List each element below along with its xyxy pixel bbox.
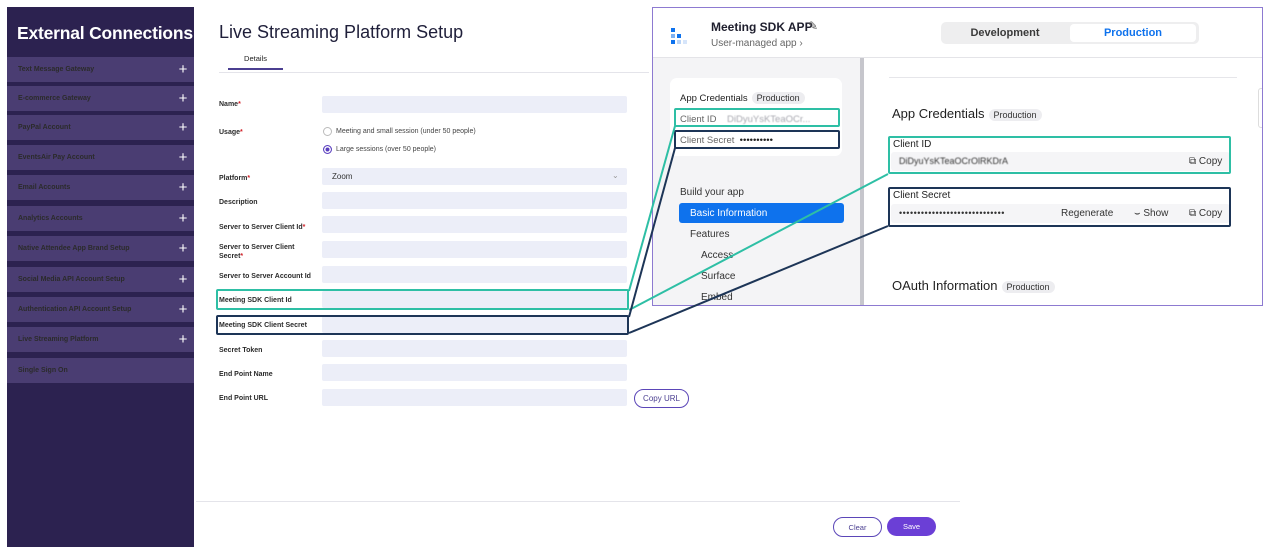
usage-label: Usage* bbox=[219, 129, 243, 136]
tab-development[interactable]: Development bbox=[941, 22, 1069, 44]
description-field[interactable] bbox=[322, 192, 627, 209]
tab-details[interactable]: Details bbox=[228, 54, 283, 70]
sidebar-item-eventsair-pay-account[interactable]: EventsAir Pay Account + bbox=[7, 145, 194, 170]
plus-icon[interactable]: + bbox=[172, 211, 194, 226]
sidebar-item-live-streaming-platform[interactable]: Live Streaming Platform + bbox=[7, 327, 194, 352]
page-title: Live Streaming Platform Setup bbox=[219, 22, 464, 42]
usage-option-label: Meeting and small session (under 50 peop… bbox=[336, 128, 476, 135]
highlight-card-client-id bbox=[674, 108, 840, 127]
nav-item-features[interactable]: Features bbox=[690, 229, 729, 240]
sidebar-item-label: Authentication API Account Setup bbox=[18, 306, 132, 313]
app-type-link[interactable]: User-managed app › bbox=[711, 38, 803, 49]
nav-scrollbar[interactable] bbox=[860, 58, 864, 305]
app-logo-icon bbox=[671, 28, 687, 44]
sidebar-item-native-attendee-app[interactable]: Native Attendee App Brand Setup + bbox=[7, 236, 194, 261]
highlight-client-id bbox=[888, 136, 1231, 174]
sidebar-item-text-message-gateway[interactable]: Text Message Gateway + bbox=[7, 57, 194, 82]
nav-heading: Build your app bbox=[680, 187, 744, 198]
name-label: Name* bbox=[219, 101, 241, 108]
description-label: Description bbox=[219, 199, 258, 206]
sidebar-item-label: EventsAir Pay Account bbox=[18, 154, 95, 161]
sidebar-title: External Connections bbox=[17, 23, 193, 43]
plus-icon[interactable]: + bbox=[172, 91, 194, 106]
sidebar-item-social-media-api[interactable]: Social Media API Account Setup + bbox=[7, 267, 194, 292]
sidebar-item-authentication-api[interactable]: Authentication API Account Setup + bbox=[7, 297, 194, 322]
end-point-url-field[interactable] bbox=[322, 389, 627, 406]
app-credentials-title: App Credentials Production bbox=[892, 106, 1042, 121]
plus-icon[interactable]: + bbox=[172, 302, 194, 317]
platform-value: Zoom bbox=[332, 172, 353, 181]
right-scroll-handle[interactable] bbox=[1258, 88, 1262, 128]
sidebar-item-analytics-accounts[interactable]: Analytics Accounts + bbox=[7, 206, 194, 231]
s2s-client-secret-field[interactable] bbox=[322, 241, 627, 258]
production-badge: Production bbox=[988, 109, 1042, 121]
sidebar-item-label: Text Message Gateway bbox=[18, 66, 95, 73]
oauth-information-title: OAuth Information Production bbox=[892, 278, 1055, 293]
production-badge: Production bbox=[1001, 281, 1055, 293]
sidebar-item-label: PayPal Account bbox=[18, 124, 71, 131]
highlight-card-client-secret bbox=[674, 130, 840, 149]
nav-item-surface[interactable]: Surface bbox=[701, 271, 735, 282]
highlight-client-secret bbox=[888, 187, 1231, 227]
sidebar-item-label: Analytics Accounts bbox=[18, 215, 83, 222]
s2s-client-secret-label: Server to Server Client Secret* bbox=[219, 244, 295, 260]
end-point-name-label: End Point Name bbox=[219, 371, 273, 378]
nav-item-access[interactable]: Access bbox=[701, 250, 733, 261]
highlight-sdk-client-secret bbox=[216, 315, 629, 335]
plus-icon[interactable]: + bbox=[172, 332, 194, 347]
nav-item-basic-information[interactable]: Basic Information bbox=[679, 203, 844, 223]
s2s-client-id-field[interactable] bbox=[322, 216, 627, 233]
tab-production[interactable]: Production bbox=[1070, 24, 1196, 42]
pencil-icon[interactable]: ✎ bbox=[808, 19, 818, 33]
s2s-account-id-field[interactable] bbox=[322, 266, 627, 283]
usage-option-label: Large sessions (over 50 people) bbox=[336, 146, 437, 153]
usage-radio-small[interactable] bbox=[323, 127, 332, 136]
highlight-sdk-client-id bbox=[216, 289, 629, 310]
card-title: App Credentials Production bbox=[680, 92, 805, 104]
sidebar-item-label: Native Attendee App Brand Setup bbox=[18, 245, 130, 252]
content-divider bbox=[889, 77, 1237, 78]
plus-icon[interactable]: + bbox=[172, 150, 194, 165]
platform-label: Platform* bbox=[219, 175, 251, 182]
end-point-name-field[interactable] bbox=[322, 364, 627, 381]
s2s-account-id-label: Server to Server Account Id bbox=[219, 273, 311, 280]
s2s-client-id-label: Server to Server Client Id* bbox=[219, 224, 306, 231]
save-button[interactable]: Save bbox=[887, 517, 936, 536]
usage-radio-large[interactable] bbox=[323, 145, 332, 154]
name-field[interactable] bbox=[322, 96, 627, 113]
footer-divider bbox=[196, 501, 960, 502]
plus-icon[interactable]: + bbox=[172, 120, 194, 135]
sidebar-item-email-accounts[interactable]: Email Accounts + bbox=[7, 175, 194, 200]
sidebar-item-label: Social Media API Account Setup bbox=[18, 276, 125, 283]
sidebar-item-label: Live Streaming Platform bbox=[18, 336, 99, 343]
clear-button[interactable]: Clear bbox=[833, 517, 882, 537]
nav-item-embed[interactable]: Embed bbox=[701, 292, 733, 303]
platform-select[interactable] bbox=[322, 168, 627, 185]
secret-token-field[interactable] bbox=[322, 340, 627, 357]
secret-token-label: Secret Token bbox=[219, 347, 263, 354]
sidebar-item-paypal-account[interactable]: PayPal Account + bbox=[7, 115, 194, 140]
sidebar-item-label: Single Sign On bbox=[18, 367, 68, 374]
plus-icon[interactable]: + bbox=[172, 241, 194, 256]
sidebar-item-single-sign-on[interactable]: Single Sign On bbox=[7, 358, 194, 383]
chevron-down-icon: ⌄ bbox=[612, 171, 619, 180]
external-connections-sidebar: External Connections Text Message Gatewa… bbox=[7, 7, 194, 547]
plus-icon[interactable]: + bbox=[172, 180, 194, 195]
plus-icon[interactable]: + bbox=[172, 272, 194, 287]
copy-url-button[interactable]: Copy URL bbox=[634, 389, 689, 408]
end-point-url-label: End Point URL bbox=[219, 395, 268, 402]
sidebar-item-label: Email Accounts bbox=[18, 184, 71, 191]
tab-divider bbox=[219, 72, 649, 73]
environment-toggle: Development Production bbox=[941, 22, 1199, 44]
app-name: Meeting SDK APP bbox=[711, 20, 813, 34]
production-badge: Production bbox=[751, 92, 805, 104]
plus-icon[interactable]: + bbox=[172, 62, 194, 77]
sidebar-item-ecommerce-gateway[interactable]: E-commerce Gateway + bbox=[7, 86, 194, 111]
sidebar-item-label: E-commerce Gateway bbox=[18, 95, 91, 102]
